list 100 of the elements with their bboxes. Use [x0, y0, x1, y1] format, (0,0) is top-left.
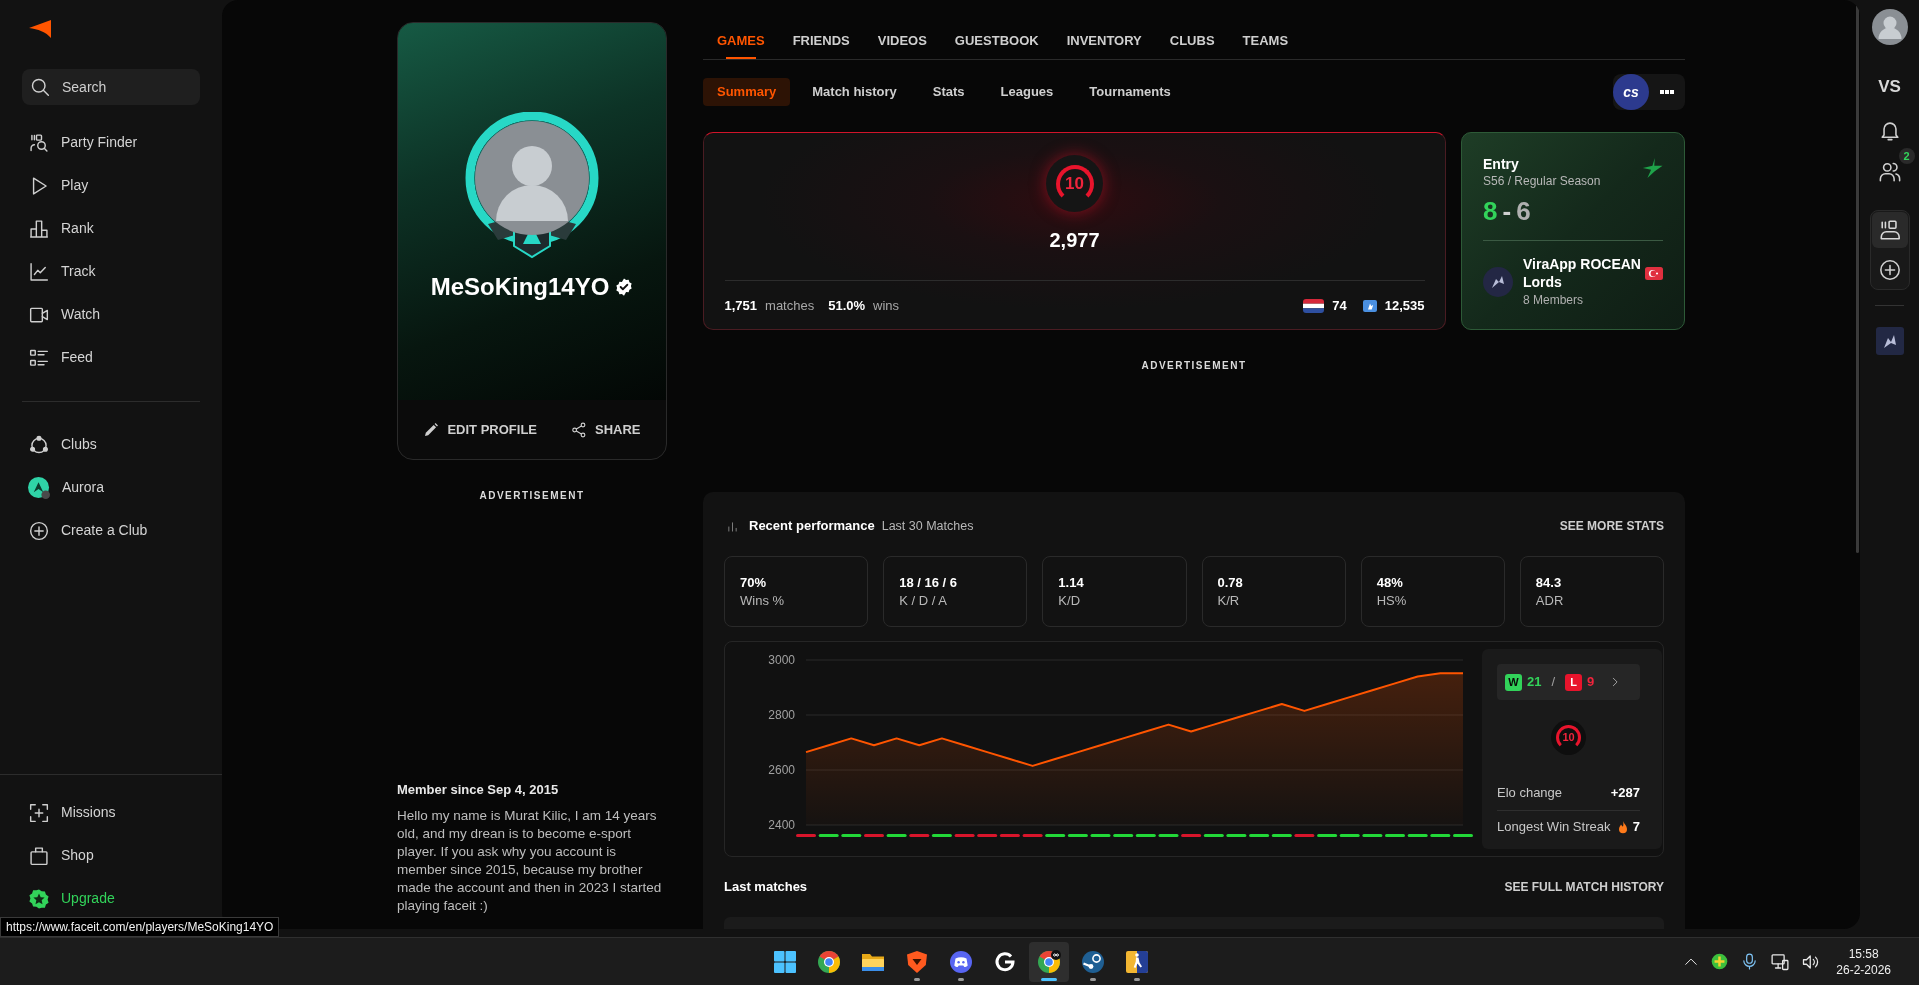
- y-axis-label: 3000: [768, 653, 795, 667]
- share-icon: [571, 421, 587, 438]
- tricolor-circle-icon: [817, 949, 841, 974]
- sidebar-item[interactable]: Party Finder: [29, 132, 138, 153]
- y-axis-label: 2400: [768, 818, 795, 832]
- plus-circle-icon[interactable]: [1878, 259, 1901, 281]
- skill-level-badge: 10: [1551, 720, 1586, 755]
- star-badge-icon: [29, 888, 49, 909]
- g-logo-icon: [993, 949, 1017, 974]
- club-logo-icon: [28, 476, 50, 499]
- stat-label: ADR: [1535, 591, 1565, 610]
- elo-value: 2,977: [1049, 228, 1100, 252]
- sidebar-item[interactable]: Track: [29, 261, 96, 282]
- sidebar-item[interactable]: Shop: [29, 845, 94, 866]
- section-tab[interactable]: Tournaments: [1075, 78, 1185, 106]
- loss-count: 9: [1587, 673, 1595, 692]
- stat-label: K/D: [1058, 591, 1081, 610]
- section-tab[interactable]: Match history: [798, 78, 911, 106]
- section-tab[interactable]: Leagues: [986, 78, 1068, 106]
- elo-change-value: +287: [1610, 784, 1640, 803]
- league-season: S56 / Regular Season: [1483, 173, 1601, 189]
- profile-tab[interactable]: GAMES: [703, 22, 779, 59]
- section-subtitle: Last 30 Matches: [881, 517, 974, 535]
- logo-icon[interactable]: [29, 20, 51, 38]
- stat-value: 18 / 16 / 6: [899, 573, 958, 592]
- profile-tab[interactable]: GUESTBOOK: [940, 22, 1053, 59]
- sidebar-item[interactable]: Aurora: [29, 476, 105, 499]
- section-title: Recent performance: [749, 517, 875, 536]
- search-icon: [30, 77, 50, 97]
- pencil-icon: [423, 421, 440, 438]
- profile-tab[interactable]: TEAMS: [1228, 22, 1303, 59]
- country-rank: 74: [1332, 297, 1347, 316]
- section-tab[interactable]: Summary: [703, 78, 791, 106]
- clock-date[interactable]: 26-2-2026: [1836, 961, 1891, 978]
- sidebar-item[interactable]: Watch: [29, 304, 101, 325]
- list-icon: [29, 347, 49, 368]
- search-field[interactable]: Search: [22, 69, 200, 105]
- game-logo-button[interactable]: cs: [1613, 74, 1649, 110]
- profile-tab[interactable]: CLUBS: [1155, 22, 1229, 59]
- profile-tab[interactable]: VIDEOS: [863, 22, 941, 59]
- party-button[interactable]: [1871, 212, 1908, 248]
- edit-profile-button[interactable]: EDIT PROFILE: [423, 419, 537, 440]
- section-tab[interactable]: Stats: [918, 78, 979, 106]
- skill-level-badge: 10: [1046, 155, 1103, 212]
- matches-label: matches: [765, 297, 815, 316]
- taskbar-app-button[interactable]: [1029, 941, 1069, 982]
- sidebar-item[interactable]: Create a Club: [29, 520, 148, 541]
- win-loss-summary[interactable]: W 21 / L 9: [1497, 664, 1640, 700]
- win-rate-value: 51.0%: [828, 297, 866, 316]
- versus-button[interactable]: VS: [1878, 75, 1901, 99]
- chevron-right-icon: [1610, 677, 1621, 687]
- more-icon: [1660, 90, 1674, 94]
- league-losses: 6: [1516, 194, 1531, 228]
- summary-label: Elo change: [1497, 784, 1563, 803]
- friends-icon[interactable]: [1878, 161, 1901, 183]
- team-logo-icon: [1483, 267, 1513, 297]
- win-badge: W: [1505, 673, 1522, 691]
- share-button[interactable]: SHARE: [571, 419, 641, 440]
- profile-tab[interactable]: INVENTORY: [1052, 22, 1156, 59]
- stat-value: 0.78: [1217, 573, 1244, 592]
- microphone-icon[interactable]: [1741, 953, 1759, 970]
- profile-tab[interactable]: FRIENDS: [778, 22, 864, 59]
- win-rate-label: wins: [873, 297, 900, 316]
- crescent-flag-icon: [1645, 267, 1663, 280]
- bell-icon[interactable]: [1878, 119, 1901, 141]
- advertisement-label: ADVERTISEMENT: [479, 490, 585, 502]
- club-thumbnail-icon[interactable]: [1875, 327, 1904, 355]
- stat-value: 48%: [1376, 573, 1404, 592]
- sidebar-item[interactable]: Upgrade: [29, 888, 115, 909]
- clock-time[interactable]: 15:58: [1848, 945, 1879, 962]
- speaker-icon[interactable]: [1802, 952, 1821, 971]
- sidebar-item[interactable]: Rank: [29, 218, 94, 239]
- flame-icon: [1617, 820, 1628, 834]
- running-figure-icon: [1125, 949, 1149, 974]
- sidebar-item[interactable]: Clubs: [29, 434, 97, 455]
- matches-count: 1,751: [724, 297, 758, 316]
- region-rank: 12,535: [1384, 297, 1425, 316]
- y-axis-label: 2600: [768, 763, 795, 777]
- loss-badge: L: [1565, 673, 1583, 691]
- plus-circle-icon[interactable]: [1711, 953, 1729, 970]
- match-history-link[interactable]: SEE FULL MATCH HISTORY: [1504, 878, 1664, 896]
- section-title: Last matches: [724, 878, 808, 897]
- piston-circle-icon: [1081, 949, 1105, 974]
- sidebar-item[interactable]: Play: [29, 175, 89, 196]
- dashed-frame-plus-icon: [29, 802, 49, 823]
- sidebar-item[interactable]: Missions: [29, 802, 116, 823]
- notification-badge: 2: [1898, 148, 1915, 164]
- advertisement-label: ADVERTISEMENT: [1141, 360, 1247, 372]
- striped-flag-icon: [1303, 299, 1325, 313]
- member-since-text: Member since Sep 4, 2015: [397, 782, 560, 798]
- y-axis-label: 2800: [768, 708, 795, 722]
- stat-value: 84.3: [1535, 573, 1563, 592]
- stat-label: K/R: [1217, 591, 1241, 610]
- sidebar-item[interactable]: Feed: [29, 347, 93, 368]
- monitor-icon[interactable]: [1771, 952, 1790, 971]
- see-more-stats-link[interactable]: SEE MORE STATS: [1559, 517, 1664, 535]
- user-avatar-icon[interactable]: [1871, 9, 1908, 45]
- gamepad-circle-icon: [949, 949, 973, 974]
- bars-icon: [727, 520, 738, 532]
- party-people-icon: [1878, 219, 1901, 241]
